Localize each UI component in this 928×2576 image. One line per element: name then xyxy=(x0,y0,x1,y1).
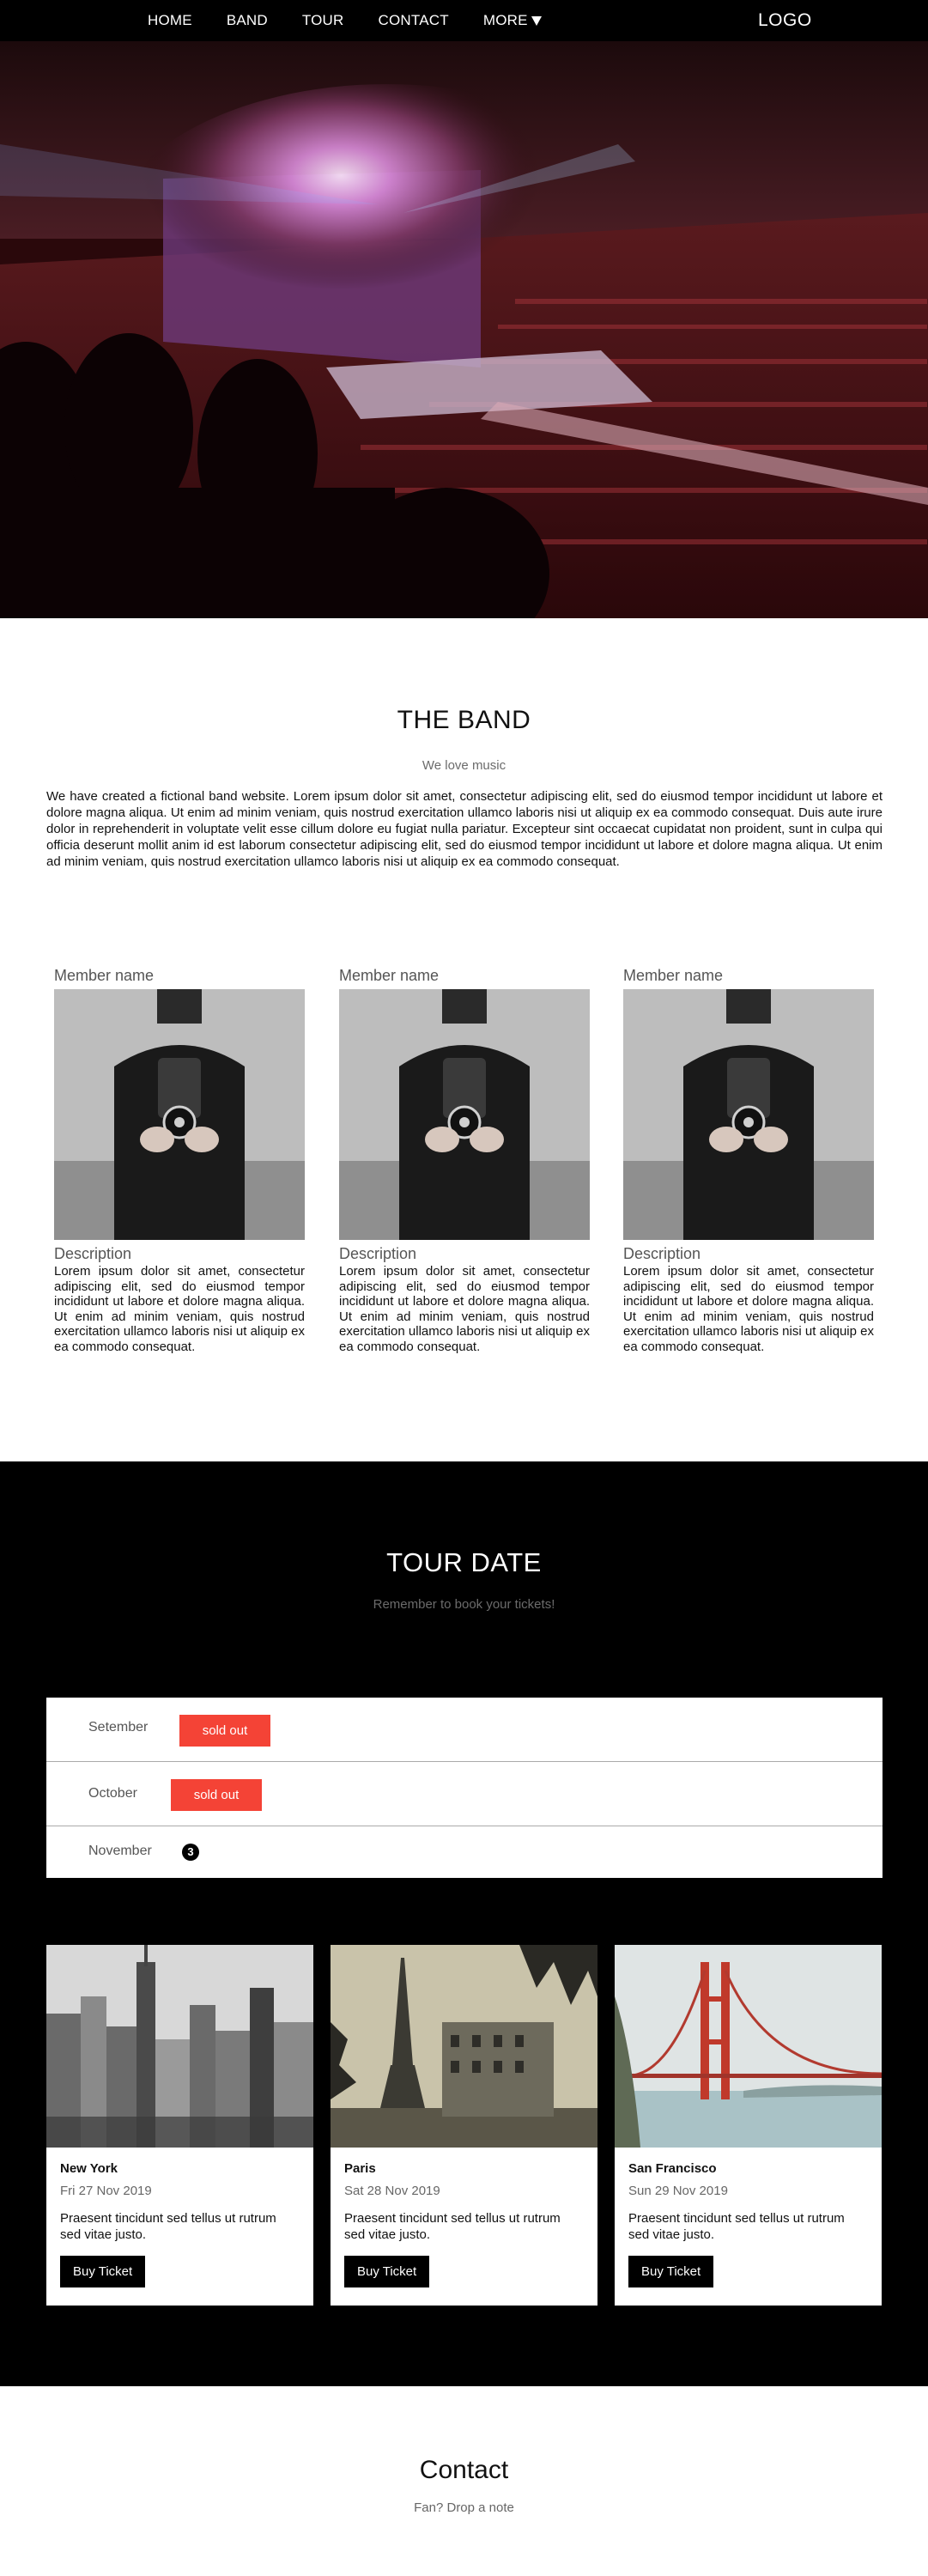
nav-more-label: MORE xyxy=(482,12,528,28)
card-date: Sat 28 Nov 2019 xyxy=(344,2184,440,2198)
city-image-new-york xyxy=(46,1945,313,2148)
card-date: Sun 29 Nov 2019 xyxy=(628,2184,728,2198)
card-city: New York xyxy=(60,2161,118,2176)
member-name: Member name xyxy=(339,967,440,984)
member-description-title: Description xyxy=(623,1245,701,1262)
member-card: Member name Description Lorem ipsum dolo… xyxy=(623,967,874,1354)
member-card: Member name Description Lorem ipsum dolo… xyxy=(54,967,305,1354)
list-item: Setember sold out xyxy=(46,1698,883,1762)
city-image-san-francisco xyxy=(615,1945,882,2148)
member-description: Lorem ipsum dolor sit amet, consectetur … xyxy=(54,1264,305,1354)
band-section-subtitle: We love music xyxy=(422,758,506,773)
caret-down-icon xyxy=(531,15,542,26)
buy-ticket-button[interactable]: Buy Ticket xyxy=(60,2256,146,2287)
nav-links: HOME BAND TOUR CONTACT MORE xyxy=(148,0,576,41)
member-name: Member name xyxy=(623,967,724,984)
card-city: San Francisco xyxy=(628,2161,717,2176)
tour-card-paris: Paris Sat 28 Nov 2019 Praesent tincidunt… xyxy=(331,1945,597,2306)
nav-contact-link[interactable]: CONTACT xyxy=(379,12,449,29)
band-section-title: THE BAND xyxy=(397,706,531,734)
member-description: Lorem ipsum dolor sit amet, consectetur … xyxy=(623,1264,874,1354)
tour-months-list: Setember sold out October sold out Novem… xyxy=(46,1698,883,1878)
tour-section-title: TOUR DATE xyxy=(386,1547,542,1577)
card-text: Praesent tincidunt sed tellus ut rutrum … xyxy=(344,2211,561,2242)
member-description-title: Description xyxy=(339,1245,417,1262)
contact-section-subtitle: Fan? Drop a note xyxy=(414,2500,514,2515)
card-date: Fri 27 Nov 2019 xyxy=(60,2184,152,2198)
member-photo xyxy=(339,989,590,1240)
card-text: Praesent tincidunt sed tellus ut rutrum … xyxy=(60,2211,276,2242)
tour-section-subtitle: Remember to book your tickets! xyxy=(373,1597,555,1612)
hero-concert-image xyxy=(0,41,928,618)
member-card: Member name Description Lorem ipsum dolo… xyxy=(339,967,590,1354)
month-name: October xyxy=(88,1786,137,1801)
nav-home-link[interactable]: HOME xyxy=(148,12,192,29)
member-description-title: Description xyxy=(54,1245,132,1262)
buy-ticket-button[interactable]: Buy Ticket xyxy=(628,2256,714,2287)
card-text: Praesent tincidunt sed tellus ut rutrum … xyxy=(628,2211,845,2242)
band-description: We have created a fictional band website… xyxy=(46,789,883,869)
month-name: November xyxy=(88,1844,152,1858)
count-badge: 3 xyxy=(182,1844,199,1861)
contact-section-title: Contact xyxy=(419,2456,509,2484)
top-navbar: HOME BAND TOUR CONTACT MORE LOGO xyxy=(0,0,928,41)
member-description: Lorem ipsum dolor sit amet, consectetur … xyxy=(339,1264,590,1354)
tour-card-san-francisco: San Francisco Sun 29 Nov 2019 Praesent t… xyxy=(615,1945,882,2306)
list-item: October sold out xyxy=(46,1762,883,1826)
sold-out-badge: sold out xyxy=(171,1779,262,1811)
nav-tour-link[interactable]: TOUR xyxy=(302,12,344,29)
nav-more-dropdown[interactable]: MORE xyxy=(483,12,542,29)
member-photo xyxy=(54,989,305,1240)
member-photo xyxy=(623,989,874,1240)
city-image-paris xyxy=(331,1945,597,2148)
logo[interactable]: LOGO xyxy=(758,10,812,31)
nav-band-link[interactable]: BAND xyxy=(227,12,268,29)
buy-ticket-button[interactable]: Buy Ticket xyxy=(344,2256,430,2287)
member-name: Member name xyxy=(54,967,155,984)
month-name: Setember xyxy=(88,1720,149,1735)
sold-out-badge: sold out xyxy=(179,1715,270,1747)
card-city: Paris xyxy=(344,2161,376,2176)
tour-card-new-york: New York Fri 27 Nov 2019 Praesent tincid… xyxy=(46,1945,313,2306)
list-item: November 3 xyxy=(46,1826,883,1878)
